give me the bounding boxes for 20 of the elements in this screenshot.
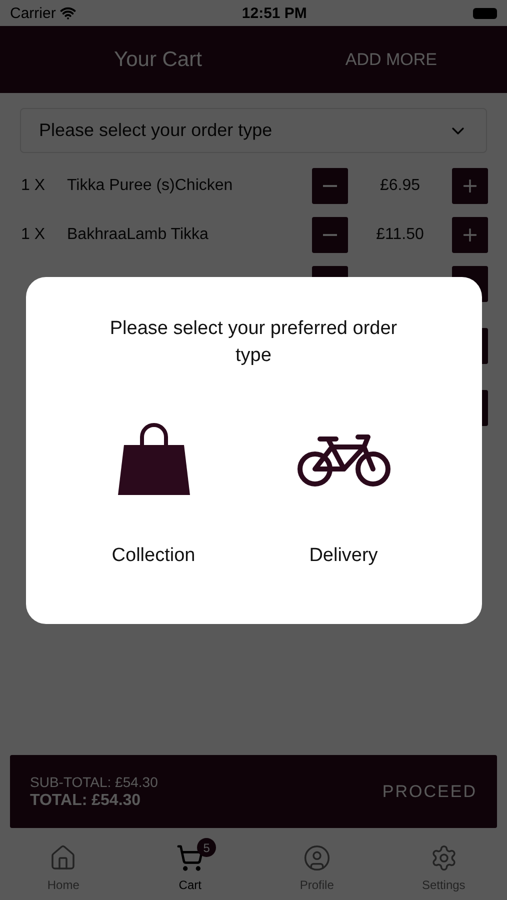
subtotal-text: SUB-TOTAL: £54.30 [30, 774, 158, 790]
item-quantity: 1 X [21, 225, 46, 245]
total-text: TOTAL: £54.30 [30, 792, 142, 810]
carrier-name: Carrier [10, 4, 56, 22]
item-quantity: 1 X [21, 176, 46, 196]
status-time: 12:51 PM [242, 4, 307, 22]
order-type-option[interactable]: Delivery [284, 421, 404, 567]
select-placeholder: Please select your order type [39, 120, 272, 141]
add-more-button[interactable]: ADD MORE [345, 50, 437, 70]
item-name: Tikka Puree (s)Chicken [67, 176, 234, 196]
order-type-option[interactable]: Collection [94, 421, 214, 567]
order-type-select[interactable]: Please select your order type [20, 108, 487, 153]
item-price: £11.50 [375, 225, 425, 245]
page-title: Your Cart [114, 48, 202, 72]
cart-count-badge: 5 [197, 838, 216, 857]
item-name: BakhraaLamb Tikka [67, 225, 210, 245]
item-price: £6.95 [378, 176, 422, 196]
tab-item[interactable]: 5 Cart [126, 838, 254, 900]
proceed-button[interactable]: PROCEED [382, 782, 477, 802]
dialog-title: Please select your preferred order type [108, 317, 398, 368]
